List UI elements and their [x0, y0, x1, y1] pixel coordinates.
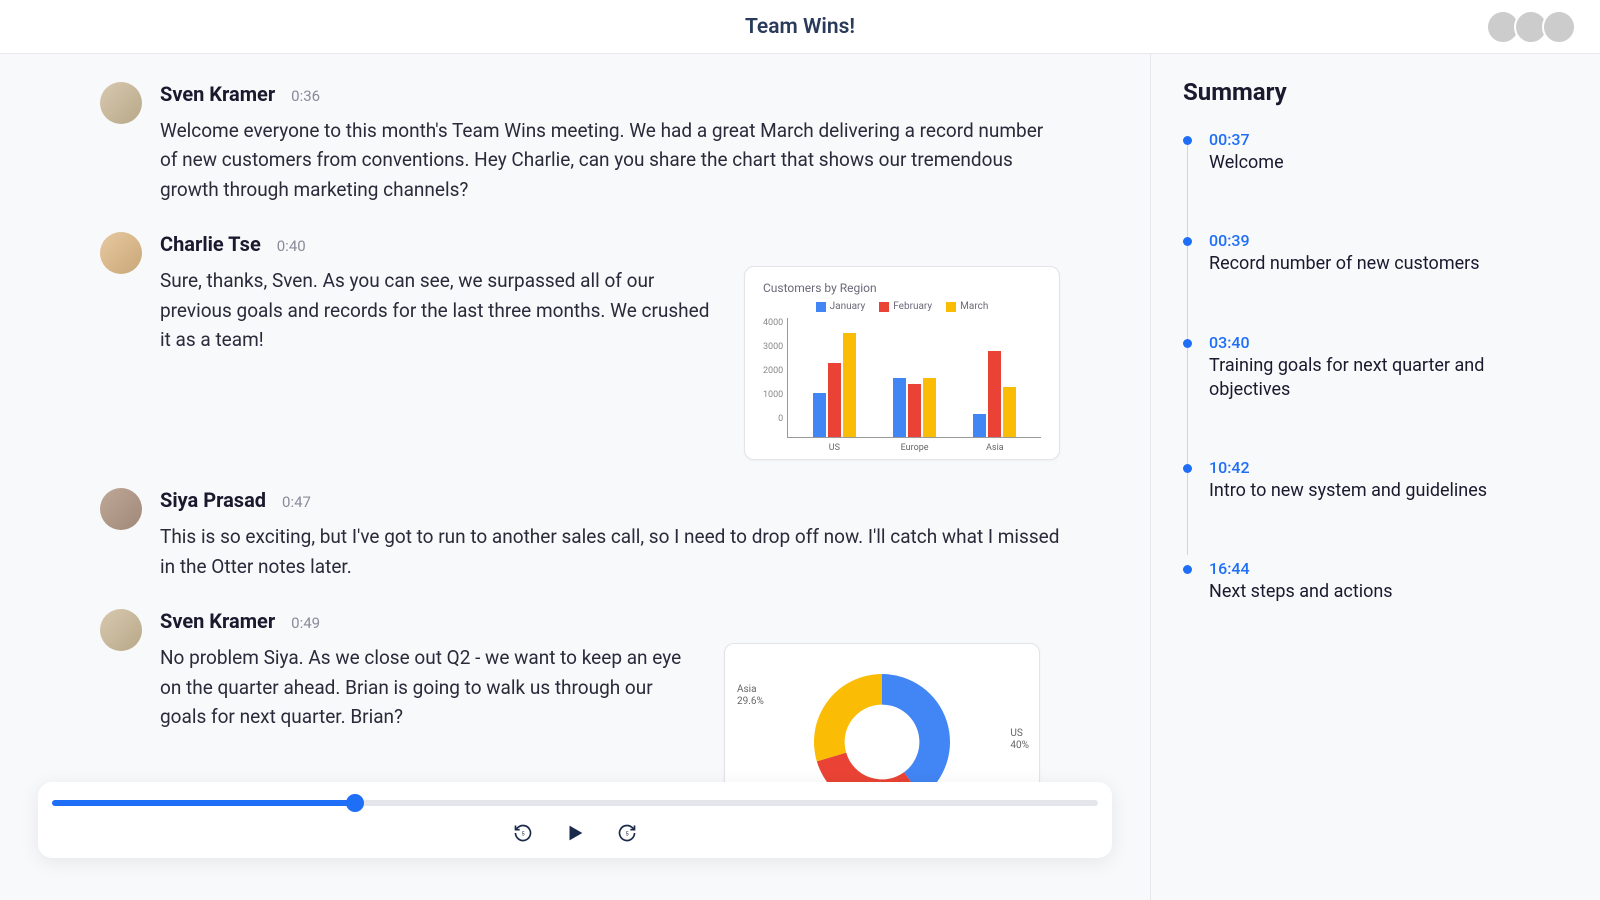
summary-dot-icon — [1183, 136, 1192, 145]
summary-title: Next steps and actions — [1209, 580, 1568, 604]
audio-player: 5 5 — [38, 782, 1112, 858]
speaker-name: Charlie Tse — [160, 232, 261, 256]
speaker-avatar — [100, 82, 142, 124]
donut-slice-label: US 40% — [1010, 728, 1029, 752]
y-tick: 3000 — [763, 342, 783, 352]
bar — [988, 351, 1001, 437]
bar-chart: 4000 3000 2000 1000 0 US Europe Asia — [763, 318, 1041, 438]
transcript-text: No problem Siya. As we close out Q2 - we… — [160, 643, 700, 731]
bar — [908, 384, 921, 438]
transcript-text: Welcome everyone to this month's Team Wi… — [160, 116, 1060, 204]
y-tick: 0 — [763, 414, 783, 424]
x-tick: US — [829, 443, 840, 453]
speaker-avatar — [100, 609, 142, 651]
timestamp: 0:49 — [291, 614, 320, 632]
bar — [923, 378, 936, 438]
summary-time: 00:37 — [1209, 130, 1568, 149]
summary-title: Intro to new system and guidelines — [1209, 479, 1568, 503]
transcript-entry[interactable]: Siya Prasad 0:47 This is so exciting, bu… — [100, 488, 1060, 581]
summary-time: 03:40 — [1209, 333, 1568, 352]
timestamp: 0:47 — [282, 493, 311, 511]
y-tick: 4000 — [763, 318, 783, 328]
legend-label: January — [830, 301, 866, 312]
speaker-name: Sven Kramer — [160, 82, 275, 106]
summary-time: 10:42 — [1209, 458, 1568, 477]
summary-title: Record number of new customers — [1209, 252, 1568, 276]
summary-heading: Summary — [1183, 78, 1568, 106]
timestamp: 0:36 — [291, 87, 320, 105]
player-controls: 5 5 — [52, 822, 1098, 844]
bar — [893, 378, 906, 438]
speaker-name: Siya Prasad — [160, 488, 266, 512]
bar-group: US — [813, 318, 856, 437]
timestamp: 0:40 — [277, 237, 306, 255]
summary-dot-icon — [1183, 339, 1192, 348]
bar-group: Europe — [893, 318, 936, 437]
summary-item[interactable]: 10:42 Intro to new system and guidelines — [1183, 458, 1568, 503]
y-tick: 1000 — [763, 390, 783, 400]
bar — [828, 363, 841, 437]
progress-fill — [52, 800, 355, 806]
speaker-name: Sven Kramer — [160, 609, 275, 633]
forward-icon[interactable]: 5 — [616, 822, 638, 844]
rewind-icon[interactable]: 5 — [512, 822, 534, 844]
legend-label: March — [960, 301, 988, 312]
summary-item[interactable]: 03:40 Training goals for next quarter an… — [1183, 333, 1568, 403]
transcript-column: Sven Kramer 0:36 Welcome everyone to thi… — [0, 54, 1150, 900]
transcript-text: Sure, thanks, Sven. As you can see, we s… — [160, 266, 720, 354]
summary-dot-icon — [1183, 237, 1192, 246]
x-tick: Europe — [901, 443, 929, 453]
bar-chart-card[interactable]: Customers by Region January February Mar… — [744, 266, 1060, 460]
summary-time: 16:44 — [1209, 559, 1568, 578]
speaker-avatar — [100, 488, 142, 530]
summary-title: Training goals for next quarter and obje… — [1209, 354, 1568, 403]
chart-title: Customers by Region — [763, 281, 1041, 295]
y-tick: 2000 — [763, 366, 783, 376]
participant-avatars — [1492, 10, 1576, 44]
bar — [843, 333, 856, 437]
donut-slice — [814, 674, 882, 761]
summary-time: 00:39 — [1209, 231, 1568, 250]
bar-group: Asia — [973, 318, 1016, 437]
summary-title: Welcome — [1209, 151, 1568, 175]
header: Team Wins! — [0, 0, 1600, 54]
legend-label: February — [893, 301, 932, 312]
avatar[interactable] — [1542, 10, 1576, 44]
bar — [973, 414, 986, 438]
content: Sven Kramer 0:36 Welcome everyone to thi… — [0, 54, 1600, 900]
transcript-entry[interactable]: Sven Kramer 0:36 Welcome everyone to thi… — [100, 82, 1060, 204]
summary-panel: Summary 00:37 Welcome 00:39 Record numbe… — [1150, 54, 1600, 900]
svg-text:5: 5 — [521, 832, 525, 838]
progress-track[interactable] — [52, 800, 1098, 806]
summary-item[interactable]: 16:44 Next steps and actions — [1183, 559, 1568, 604]
summary-dot-icon — [1183, 464, 1192, 473]
play-icon[interactable] — [564, 822, 586, 844]
svg-text:5: 5 — [625, 832, 629, 838]
bar — [1003, 387, 1016, 438]
page-title: Team Wins! — [745, 15, 855, 39]
summary-item[interactable]: 00:37 Welcome — [1183, 130, 1568, 175]
summary-dot-icon — [1183, 565, 1192, 574]
transcript-text: This is so exciting, but I've got to run… — [160, 522, 1060, 581]
transcript-feed: Sven Kramer 0:36 Welcome everyone to thi… — [100, 82, 1060, 837]
speaker-avatar — [100, 232, 142, 274]
summary-list: 00:37 Welcome 00:39 Record number of new… — [1183, 130, 1568, 605]
bar — [813, 393, 826, 438]
x-tick: Asia — [986, 443, 1004, 453]
transcript-entry[interactable]: Charlie Tse 0:40 Sure, thanks, Sven. As … — [100, 232, 1060, 460]
summary-item[interactable]: 00:39 Record number of new customers — [1183, 231, 1568, 276]
chart-legend: January February March — [763, 301, 1041, 312]
donut-slice-label: Asia 29.6% — [737, 684, 764, 708]
progress-thumb[interactable] — [346, 794, 364, 812]
